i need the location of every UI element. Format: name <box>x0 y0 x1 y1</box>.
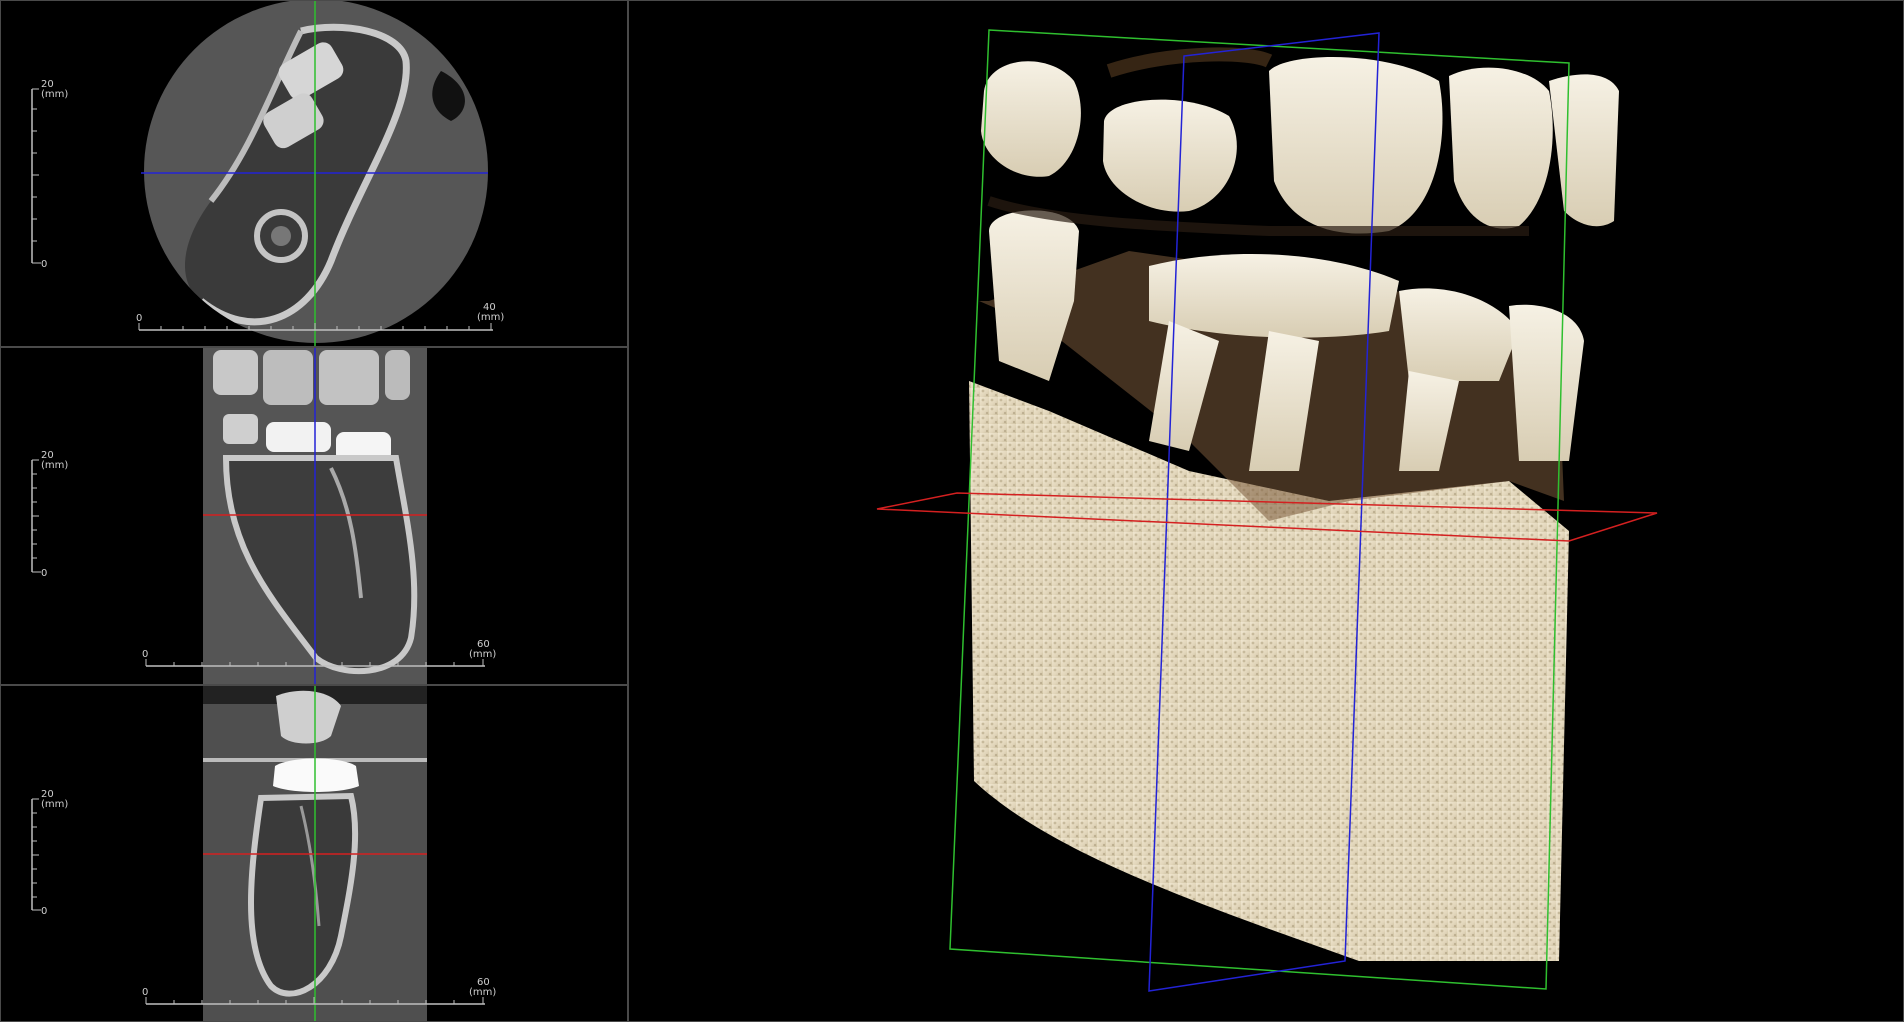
axial-hscale-unit: (mm) <box>477 312 504 323</box>
sagittal-hscale-unit: (mm) <box>469 987 496 998</box>
coronal-vertical-scale: 20 (mm) 0 <box>31 450 68 579</box>
sagittal-vscale-bottom-label: 0 <box>41 906 47 917</box>
coronal-hscale-start-label: 0 <box>142 649 148 660</box>
axial-viewport[interactable]: 20 (mm) 0 0 40 (mm) <box>0 0 628 347</box>
axial-slice-image <box>144 1 488 343</box>
coronal-viewport[interactable]: 20 (mm) 0 0 60 (mm) <box>0 347 628 685</box>
sagittal-vertical-scale: 20 (mm) 0 <box>31 789 68 917</box>
coronal-hscale-unit: (mm) <box>469 649 496 660</box>
axial-vscale-bottom-label: 0 <box>41 259 47 270</box>
axial-vertical-scale: 20 (mm) 0 <box>31 79 68 270</box>
axial-vscale-unit: (mm) <box>41 89 68 100</box>
volume-rendering <box>969 47 1619 961</box>
cbct-viewer: 20 (mm) 0 0 40 (mm) 20 (mm) 0 0 60 (mm) … <box>0 0 1904 1022</box>
sagittal-viewport[interactable]: 20 (mm) 0 0 60 (mm) <box>0 685 628 1022</box>
coronal-vscale-unit: (mm) <box>41 460 68 471</box>
axial-hscale-start-label: 0 <box>136 313 142 324</box>
sagittal-vscale-unit: (mm) <box>41 799 68 810</box>
sagittal-hscale-start-label: 0 <box>142 987 148 998</box>
coronal-vscale-bottom-label: 0 <box>41 568 47 579</box>
volume-3d-viewport[interactable] <box>628 0 1904 1022</box>
